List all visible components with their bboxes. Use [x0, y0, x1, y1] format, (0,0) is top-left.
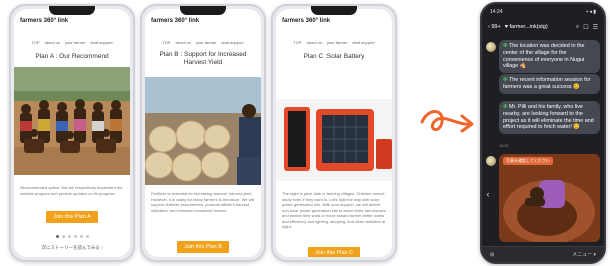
nav-farmer[interactable]: your farmer: [327, 40, 347, 45]
top-nav: TOP about us your farmer start support: [14, 40, 130, 45]
nav-about[interactable]: about us: [176, 40, 191, 45]
carousel-dot[interactable]: [73, 235, 77, 238]
status-time: 14:24: [490, 9, 503, 15]
chat-phone: 14:24 ▪ ◂ ▮ ‹ 99+ ♥ farmer...ink(stg) ⌕ …: [480, 2, 606, 264]
solar-battery-photo: [276, 99, 392, 181]
brand-logo[interactable]: farmers 360° link: [151, 18, 199, 24]
message-time: 14:24: [499, 144, 509, 148]
status-icons: ▪ ◂ ▮: [586, 9, 596, 15]
brand-logo[interactable]: farmers 360° link: [20, 18, 68, 24]
back-button[interactable]: ‹ 99+: [488, 24, 501, 30]
next-story-link[interactable]: 次にストーリーを読んでみる ›: [14, 245, 130, 251]
nav-about[interactable]: about us: [307, 40, 322, 45]
stage: farmers 360° link TOP about us your farm…: [0, 0, 610, 266]
nav-support[interactable]: start support: [90, 40, 112, 45]
plan-description: Recommended option: We will respectively…: [20, 185, 123, 196]
message-text: The recent information session for farme…: [503, 77, 591, 90]
nav-top[interactable]: TOP: [162, 40, 170, 45]
nav-top[interactable]: TOP: [293, 40, 301, 45]
curved-arrow-icon: [420, 110, 474, 133]
chevron-left-icon[interactable]: ‹: [484, 188, 492, 200]
nav-farmer[interactable]: your farmer: [65, 40, 85, 45]
farmers-group-photo: [14, 67, 130, 175]
plan-title: Plan C :Solar Battery: [303, 53, 365, 60]
phone-notch: [180, 6, 226, 15]
chat-message: ✤ Mr. Pilli and his family, who live nea…: [499, 101, 600, 135]
status-bar: 14:24 ▪ ◂ ▮: [490, 9, 596, 15]
carousel-dot[interactable]: [79, 235, 83, 238]
nav-about[interactable]: about us: [45, 40, 60, 45]
join-plan-b-button[interactable]: Join this Plan B: [177, 241, 229, 253]
message-text: The location was decided in the center o…: [503, 43, 585, 70]
chat-message: ✤ The location was decided in the center…: [499, 40, 600, 74]
chat-message: ✤ The recent information session for far…: [499, 74, 600, 94]
shared-photo[interactable]: 写真を確認してください: [499, 154, 600, 242]
sender-avatar[interactable]: [486, 156, 496, 166]
chat-header: ‹ 99+ ♥ farmer...ink(stg) ⌕ ☐ ☰: [488, 20, 598, 34]
phone-screen: farmers 360° link TOP about us your farm…: [14, 9, 130, 257]
plan-description: Fertilizer is essential for increasing f…: [151, 191, 255, 213]
carousel-dot[interactable]: [55, 235, 59, 238]
note-icon[interactable]: ☐: [583, 24, 588, 31]
nav-top[interactable]: TOP: [31, 40, 39, 45]
plan-title: Plan A : Our Recommend: [35, 53, 109, 60]
phone-plan-c: farmers 360° link TOP about us your farm…: [271, 4, 397, 262]
nav-support[interactable]: start support: [352, 40, 374, 45]
search-icon[interactable]: ⌕: [576, 24, 579, 31]
phone-screen: farmers 360° link TOP about us your farm…: [145, 9, 261, 257]
photo-tag: 写真を確認してください: [503, 157, 553, 165]
carousel-dot[interactable]: [85, 235, 89, 238]
plan-title: Plan B : Support for Increased Harvest Y…: [159, 51, 247, 66]
sender-avatar[interactable]: [486, 42, 496, 52]
top-nav: TOP about us your farmer start support: [145, 40, 261, 45]
phone-plan-b: farmers 360° link TOP about us your farm…: [140, 4, 266, 262]
join-plan-a-button[interactable]: Join this Plan A: [46, 211, 98, 223]
phone-plan-a: farmers 360° link TOP about us your farm…: [9, 4, 135, 262]
join-plan-c-button[interactable]: Join this Plan C: [308, 247, 360, 257]
top-nav: TOP about us your farmer start support: [276, 40, 392, 45]
phone-notch: [311, 6, 357, 15]
plan-description: The night is pitch dark in farming villa…: [282, 191, 386, 229]
carousel-dot[interactable]: [67, 235, 71, 238]
phone-notch: [49, 6, 95, 15]
brand-logo[interactable]: farmers 360° link: [282, 18, 330, 24]
carousel-dots[interactable]: [14, 235, 130, 238]
nav-support[interactable]: start support: [221, 40, 243, 45]
carousel-dot[interactable]: [61, 235, 65, 238]
menu-icon[interactable]: ☰: [593, 24, 598, 31]
harvest-sacks-photo: [145, 77, 261, 185]
message-text: Mr. Pilli and his family, who live nearb…: [503, 104, 594, 131]
chat-title[interactable]: ♥ farmer...ink(stg): [505, 24, 572, 30]
phone-screen: farmers 360° link TOP about us your farm…: [276, 9, 392, 257]
nav-farmer[interactable]: your farmer: [196, 40, 216, 45]
bottom-bar: ⊞ メニュー ▾: [482, 246, 604, 262]
keyboard-icon[interactable]: ⊞: [490, 252, 494, 258]
menu-toggle[interactable]: メニュー ▾: [572, 251, 596, 258]
